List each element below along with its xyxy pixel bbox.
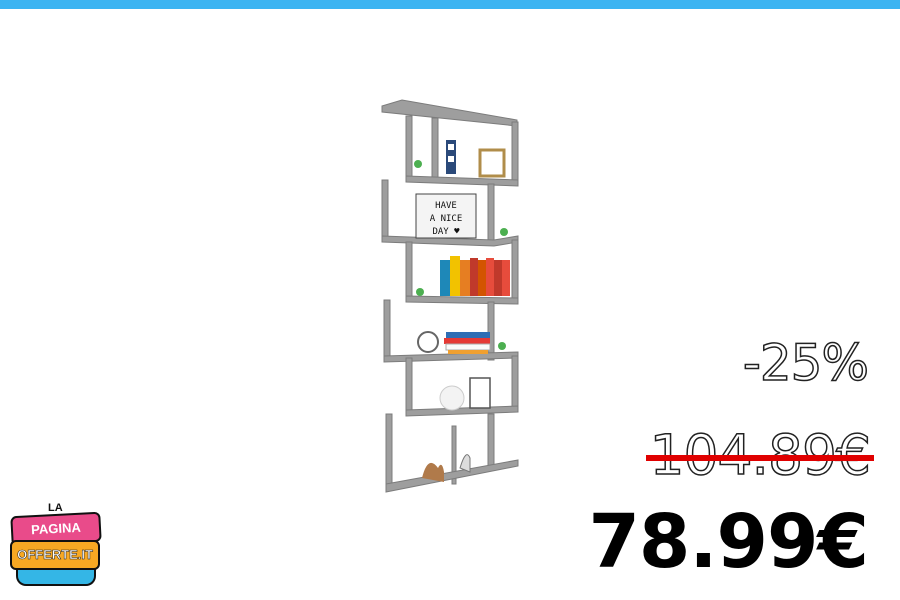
site-logo[interactable]: LA PAGINA DELLE OFFERTE.IT: [8, 500, 102, 596]
lightbox-line-2: A NICE: [430, 214, 463, 224]
logo-line-2: OFFERTE.IT: [10, 540, 100, 570]
discount-percent: -25%: [742, 334, 870, 392]
logo-small-text: LA: [48, 502, 63, 514]
old-price: 104.89€: [645, 427, 874, 483]
strikethrough-line: [645, 455, 874, 461]
lightbox-line-3: DAY ♥: [432, 227, 460, 237]
bookshelf-image: HAVE A NICE DAY ♥: [381, 99, 519, 493]
new-price: 78.99€: [588, 499, 869, 585]
lightbox-line-1: HAVE: [435, 201, 457, 211]
top-accent-bar: [0, 0, 900, 9]
